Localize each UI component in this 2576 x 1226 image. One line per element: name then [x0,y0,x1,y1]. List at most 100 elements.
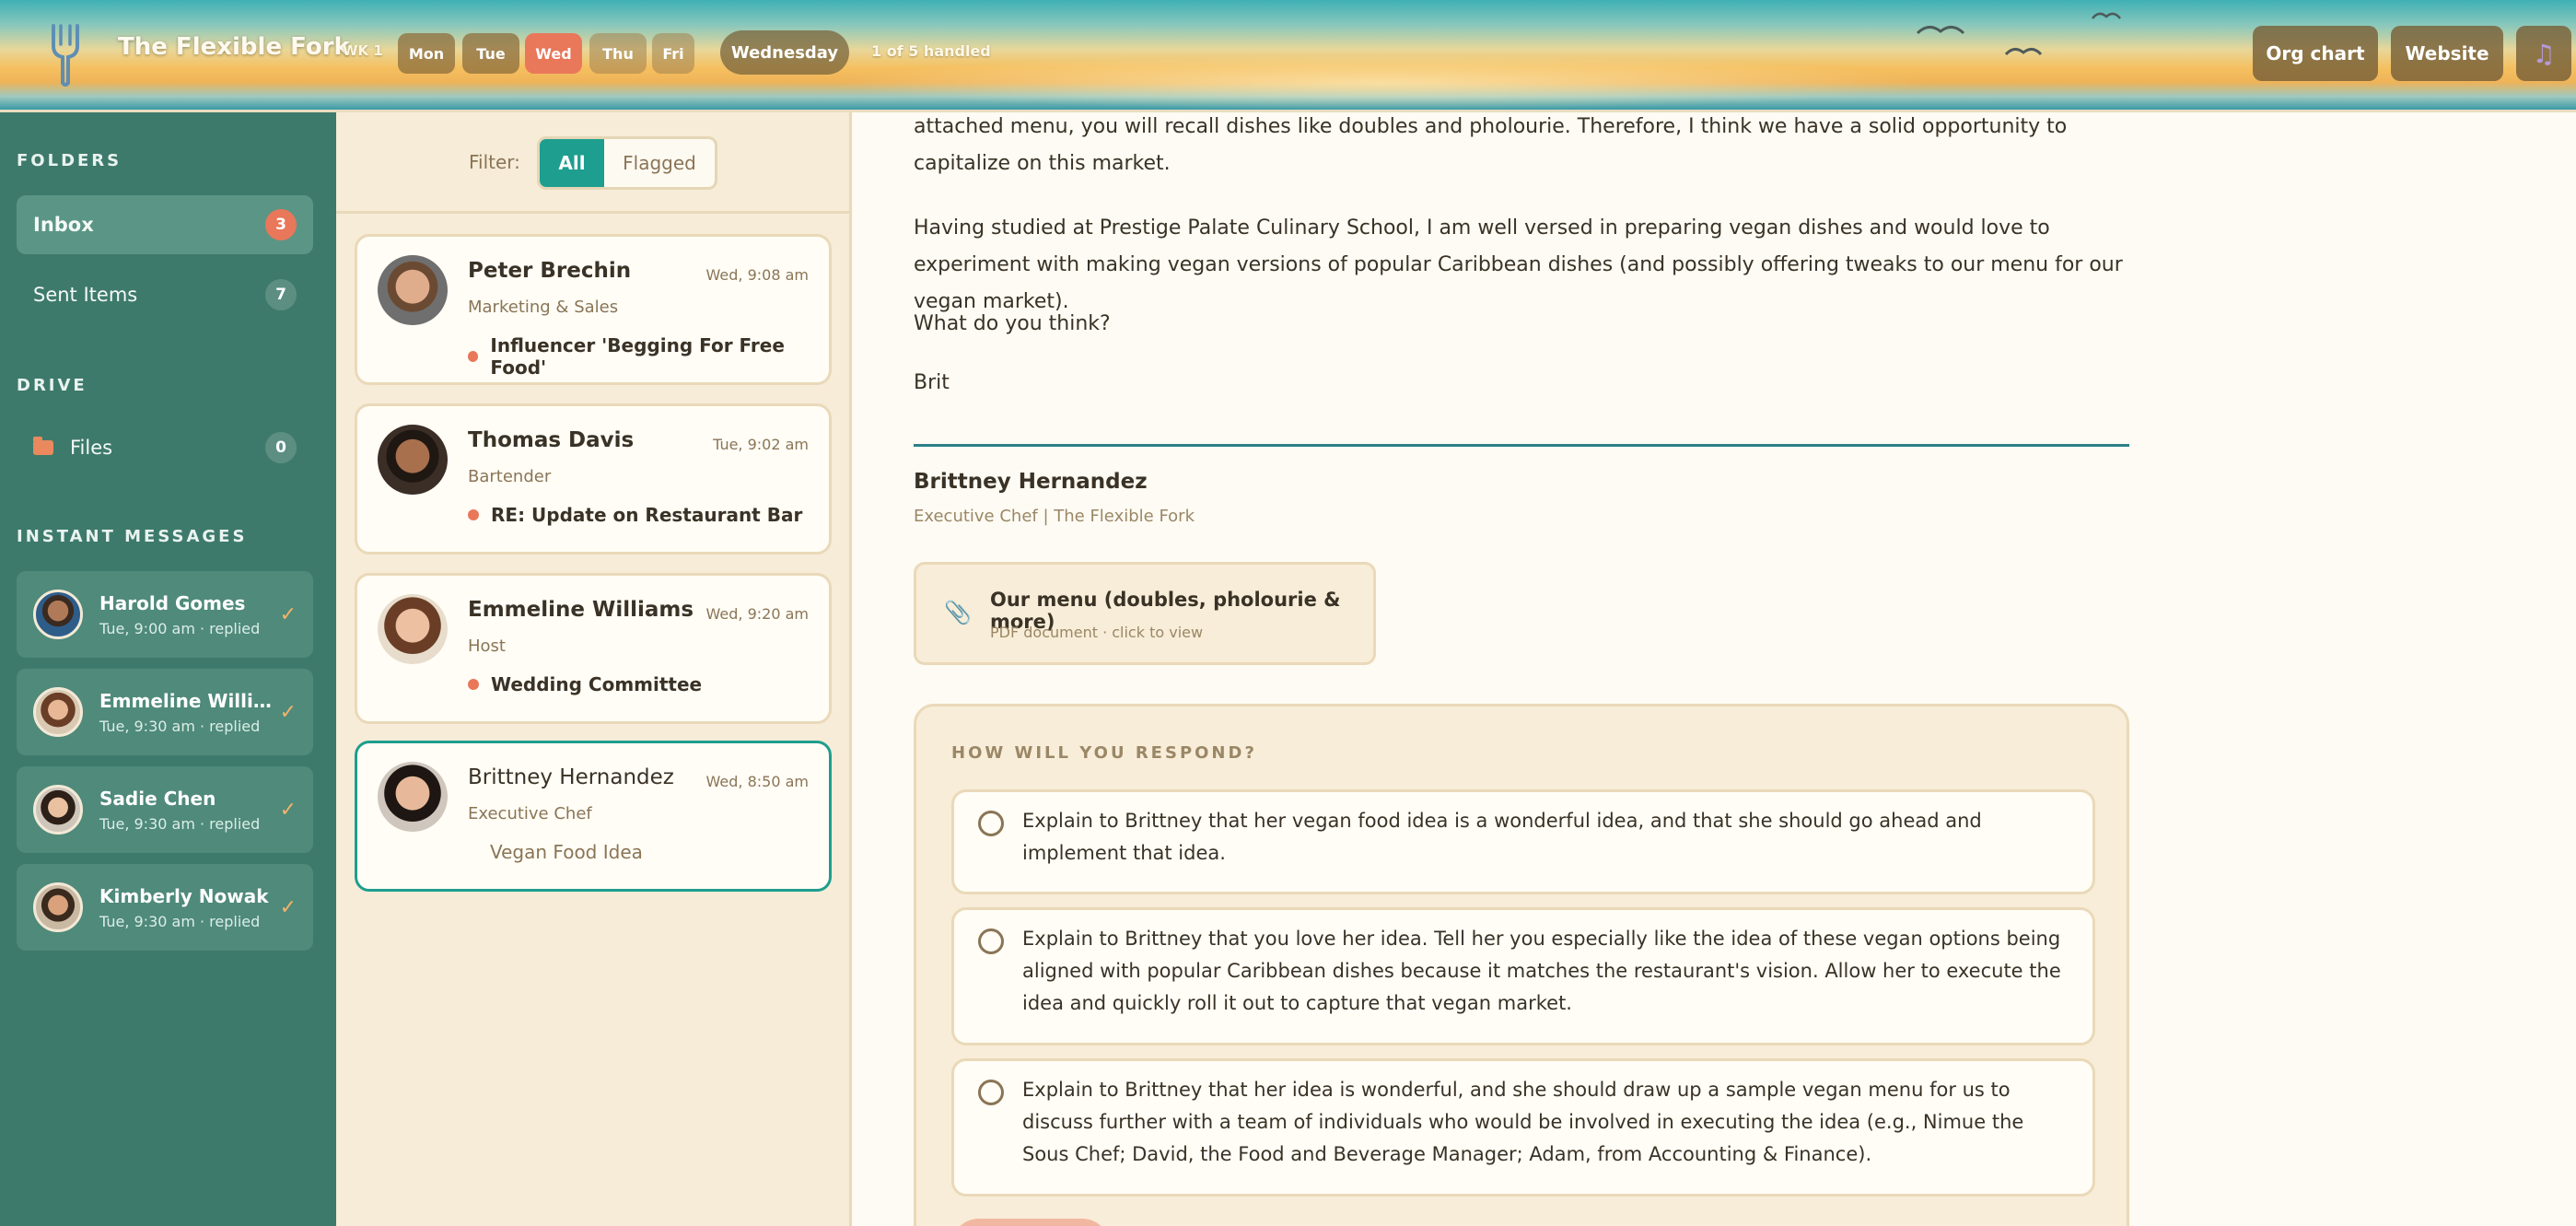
im-meta: Tue, 9:30 am · replied [99,814,261,833]
email-body-paragraph: Having studied at Prestige Palate Culina… [914,216,2123,313]
email-role: Executive Chef [468,804,592,823]
im-item-kimberly[interactable]: Kimberly Nowak Tue, 9:30 am · replied ✓ [17,864,313,951]
email-from: Brittney Hernandez [468,765,674,789]
email-time: Tue, 9:02 am [713,436,809,453]
email-body-paragraph: What do you think? [914,312,1111,335]
unread-dot-icon [468,351,479,362]
option-text: Explain to Brittney that her vegan food … [1022,810,1982,864]
handled-counter: 1 of 5 handled [871,42,991,60]
radio-button[interactable] [978,811,1004,836]
current-day-badge: Wednesday [720,30,849,75]
bird-icon [1916,26,1965,35]
email-subject: Vegan Food Idea [490,841,643,863]
email-role: Host [468,636,506,656]
sunset-glow [829,55,1934,110]
sidebar-item-files[interactable]: Files 0 [17,418,313,477]
email-card-brittney[interactable]: Brittney Hernandez Wed, 8:50 am Executiv… [355,741,832,892]
avatar [33,687,83,737]
instant-messages-heading: INSTANT MESSAGES [17,527,248,546]
radio-button[interactable] [978,928,1004,954]
unread-dot-icon [468,679,479,690]
im-item-harold[interactable]: Harold Gomes Tue, 9:00 am · replied ✓ [17,571,313,658]
email-subject: RE: Update on Restaurant Bar [468,504,802,526]
folder-icon [33,437,53,455]
response-option-3[interactable]: Explain to Brittney that her idea is won… [951,1058,2095,1197]
music-note-icon[interactable]: ♫ [2516,26,2571,81]
response-option-2[interactable]: Explain to Brittney that you love her id… [951,907,2095,1045]
avatar [378,255,448,325]
folder-label: Sent Items [33,284,138,306]
email-role: Bartender [468,467,552,486]
avatar [33,882,83,932]
email-time: Wed, 8:50 am [705,773,809,790]
drive-heading: DRIVE [17,376,87,395]
org-chart-button[interactable]: Org chart [2253,26,2378,81]
email-card-thomas[interactable]: Thomas Davis Tue, 9:02 am Bartender RE: … [355,403,832,555]
bird-icon [2092,12,2121,19]
avatar [378,425,448,495]
email-time: Wed, 9:08 am [705,266,809,284]
avatar [378,594,448,664]
attachment-subtitle: PDF document · click to view [990,624,1204,641]
filter-flagged-button[interactable]: Flagged [604,139,715,187]
filter-toggle: All Flagged [537,136,717,190]
files-count-badge: 0 [265,432,297,463]
im-item-emmeline[interactable]: Emmeline Williams Tue, 9:30 am · replied… [17,669,313,755]
signature-name: Brittney Hernandez [914,470,1148,494]
response-question: HOW WILL YOU RESPOND? [951,743,1257,763]
check-icon: ✓ [279,895,297,919]
folder-label: Inbox [33,214,94,236]
signature-role: Executive Chef | The Flexible Fork [914,507,1195,526]
email-from: Thomas Davis [468,428,635,452]
filter-all-button[interactable]: All [540,139,604,187]
filter-label: Filter: [469,151,520,173]
im-name: Harold Gomes [99,591,246,614]
email-body-paragraph: attached menu, you will recall dishes li… [914,115,2068,175]
day-thu-button[interactable]: Thu [589,33,647,74]
email-from: Emmeline Williams [468,598,694,622]
attachment-card[interactable]: 📎 Our menu (doubles, pholourie & more) P… [914,562,1376,665]
radio-button[interactable] [978,1080,1004,1105]
response-option-1[interactable]: Explain to Brittney that her vegan food … [951,789,2095,894]
email-subject: Wedding Committee [468,673,702,695]
filter-bar: Filter: All Flagged [336,112,849,214]
bird-icon [2004,48,2043,56]
im-meta: Tue, 9:30 am · replied [99,717,261,735]
avatar [33,785,83,835]
im-meta: Tue, 9:00 am · replied [99,619,261,637]
check-icon: ✓ [279,602,297,626]
folders-heading: FOLDERS [17,151,122,170]
sidebar: FOLDERS Inbox 3 Sent Items 7 DRIVE Files… [0,112,336,1226]
paperclip-icon: 📎 [944,600,972,625]
email-card-peter[interactable]: Peter Brechin Wed, 9:08 am Marketing & S… [355,234,832,385]
im-name: Sadie Chen [99,787,216,810]
week-label: WK 1 [343,42,383,59]
app-title: The Flexible Fork [118,33,350,61]
website-button[interactable]: Website [2391,26,2503,81]
submit-response-button[interactable] [951,1219,1110,1226]
sidebar-item-sent[interactable]: Sent Items 7 [17,265,313,324]
im-item-sadie[interactable]: Sadie Chen Tue, 9:30 am · replied ✓ [17,766,313,853]
reading-pane: attached menu, you will recall dishes li… [855,112,2576,1226]
fork-logo-icon [52,24,79,87]
im-name: Emmeline Williams [99,689,273,712]
inbox-count-badge: 3 [265,209,297,240]
email-subject: Influencer 'Begging For Free Food' [468,334,829,379]
response-panel: HOW WILL YOU RESPOND? Explain to Brittne… [914,704,2129,1226]
option-text: Explain to Brittney that her idea is won… [1022,1079,2024,1165]
sidebar-item-inbox[interactable]: Inbox 3 [17,195,313,254]
email-signoff: Brit [914,371,950,394]
sent-count-badge: 7 [265,279,297,310]
day-wed-button[interactable]: Wed [525,33,582,74]
message-list: Filter: All Flagged Peter Brechin Wed, 9… [336,112,852,1226]
email-from: Peter Brechin [468,259,632,283]
day-mon-button[interactable]: Mon [398,33,455,74]
check-icon: ✓ [279,798,297,822]
day-fri-button[interactable]: Fri [652,33,694,74]
signature-divider [914,444,2129,447]
im-name: Kimberly Nowak [99,884,269,907]
unread-dot-icon [468,509,479,520]
day-tue-button[interactable]: Tue [462,33,519,74]
check-icon: ✓ [279,700,297,724]
email-card-emmeline[interactable]: Emmeline Williams Wed, 9:20 am Host Wedd… [355,573,832,724]
